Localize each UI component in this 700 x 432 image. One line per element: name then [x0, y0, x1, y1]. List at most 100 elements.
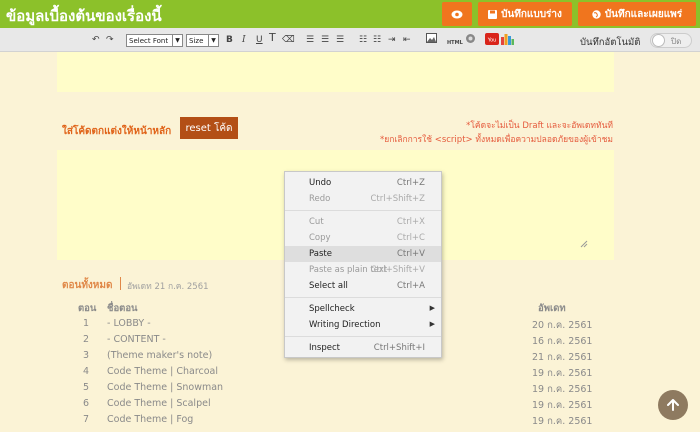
menu-item-shortcut: Ctrl+Z — [396, 178, 425, 188]
align-left-icon[interactable]: ☰ — [306, 34, 314, 46]
preview-button[interactable] — [442, 2, 472, 26]
save-publish-button[interactable]: บันทึกและเผยแพร่ — [578, 2, 696, 26]
episode-num: 4 — [83, 366, 90, 377]
youtube-icon[interactable]: You — [485, 33, 499, 49]
autosave-toggle[interactable]: ปิด — [650, 33, 692, 48]
link-icon[interactable] — [465, 33, 476, 48]
context-menu: Undo Ctrl+Z Redo Ctrl+Shift+Z Cut Ctrl+X… — [284, 171, 442, 358]
menu-item-shortcut: Ctrl+Shift+I — [373, 343, 425, 353]
episodes-title: ตอนทั้งหมด — [62, 280, 113, 291]
save-draft-label: บันทึกแบบร่าง — [501, 8, 562, 20]
episode-name[interactable]: - CONTENT - — [107, 334, 166, 345]
bold-button[interactable]: B — [226, 34, 233, 46]
menu-item-cut[interactable]: Cut Ctrl+X — [285, 214, 441, 230]
font-select-value: Select Font — [129, 36, 169, 45]
numbered-list-icon[interactable]: ☷ — [373, 34, 381, 46]
submenu-arrow-icon: ▶ — [429, 304, 435, 312]
column-header-date: อัพเดท — [538, 303, 566, 314]
menu-divider — [285, 297, 441, 298]
menu-item-shortcut: Ctrl+V — [396, 249, 425, 259]
episode-name[interactable]: Code Theme | Scalpel — [107, 398, 211, 409]
size-select[interactable]: Size ▼ — [186, 34, 219, 47]
image-icon[interactable] — [426, 33, 437, 47]
episode-name[interactable]: (Theme maker's note) — [107, 350, 212, 361]
submenu-arrow-icon: ▶ — [429, 320, 435, 328]
episode-num: 6 — [83, 398, 90, 409]
italic-button[interactable]: I — [242, 34, 246, 46]
episode-num: 7 — [83, 414, 90, 425]
outdent-icon[interactable]: ⇤ — [403, 34, 411, 46]
toggle-knob — [652, 34, 665, 47]
episode-date: 16 ก.ค. 2561 — [532, 336, 593, 347]
highlight-icon[interactable]: ⌫ — [282, 34, 295, 46]
menu-item-shortcut: Ctrl+X — [396, 217, 425, 227]
menu-item-label: Redo — [309, 194, 331, 204]
html-button[interactable]: HTML — [447, 37, 463, 49]
episode-date: 19 ก.ค. 2561 — [532, 384, 593, 395]
globe-icon — [592, 9, 601, 19]
menu-item-shortcut: Ctrl+Shift+Z — [370, 194, 425, 204]
menu-item-copy[interactable]: Copy Ctrl+C — [285, 230, 441, 246]
code-note-script: *ยกเลิกการใช้ <script> ทั้งหมดเพื่อความป… — [379, 135, 613, 145]
svg-text:You: You — [487, 38, 497, 44]
save-draft-button[interactable]: บันทึกแบบร่าง — [478, 2, 572, 26]
toggle-state: ปิด — [671, 37, 682, 46]
menu-divider — [285, 210, 441, 211]
episode-date: 20 ก.ค. 2561 — [532, 320, 593, 331]
align-right-icon[interactable]: ☰ — [336, 34, 344, 46]
menu-item-undo[interactable]: Undo Ctrl+Z — [285, 175, 441, 191]
code-section-label: ใส่โค้ดตกแต่งให้หน้าหลัก — [62, 126, 172, 137]
resize-handle-icon[interactable] — [580, 240, 588, 248]
font-select[interactable]: Select Font ▼ — [126, 34, 183, 47]
code-note-draft: *โค้ดจะไม่เป็น Draft และจะอัพเดททันที — [466, 121, 613, 131]
episode-num: 3 — [83, 350, 90, 361]
undo-icon[interactable]: ↶ — [92, 34, 100, 46]
page-title: ข้อมูลเบื้องต้นของเรื่องนี้ — [6, 7, 162, 25]
table-row[interactable]: 6 Code Theme | Scalpel 19 ก.ค. 2561 — [57, 397, 614, 413]
menu-item-writing-direction[interactable]: Writing Direction ▶ — [285, 317, 441, 333]
menu-item-shortcut: Ctrl+Shift+V — [370, 265, 425, 275]
chevron-down-icon: ▼ — [208, 35, 218, 46]
menu-item-select-all[interactable]: Select all Ctrl+A — [285, 278, 441, 294]
menu-divider — [285, 336, 441, 337]
indent-icon[interactable]: ⇥ — [388, 34, 396, 46]
episode-name[interactable]: Code Theme | Fog — [107, 414, 193, 425]
menu-item-spellcheck[interactable]: Spellcheck ▶ — [285, 301, 441, 317]
menu-item-shortcut: Ctrl+C — [396, 233, 425, 243]
episodes-updated: อัพเดท 21 ก.ค. 2561 — [127, 282, 209, 292]
table-row[interactable]: 7 Code Theme | Fog 19 ก.ค. 2561 — [57, 413, 614, 429]
menu-item-shortcut: Ctrl+A — [396, 281, 425, 291]
chart-icon[interactable] — [501, 33, 514, 49]
save-icon — [488, 9, 498, 19]
size-select-value: Size — [189, 36, 204, 45]
redo-icon[interactable]: ↷ — [106, 34, 114, 46]
autosave-label: บันทึกอัตโนมัติ — [580, 37, 641, 48]
scroll-top-button[interactable] — [658, 390, 688, 420]
text-color-icon[interactable]: T — [269, 32, 276, 44]
table-row[interactable]: 4 Code Theme | Charcoal 19 ก.ค. 2561 — [57, 365, 614, 381]
arrow-up-icon — [667, 399, 679, 411]
episode-name[interactable]: Code Theme | Charcoal — [107, 366, 218, 377]
menu-item-inspect[interactable]: Inspect Ctrl+Shift+I — [285, 340, 441, 356]
save-publish-label: บันทึกและเผยแพร่ — [604, 8, 683, 20]
episode-date: 19 ก.ค. 2561 — [532, 400, 593, 411]
episode-date: 21 ก.ค. 2561 — [532, 352, 593, 363]
column-header-num: ตอน — [78, 303, 97, 314]
content-editor[interactable] — [57, 52, 614, 92]
menu-item-label: Spellcheck — [309, 304, 355, 314]
underline-button[interactable]: U — [256, 34, 263, 46]
menu-item-redo[interactable]: Redo Ctrl+Shift+Z — [285, 191, 441, 207]
menu-item-label: Inspect — [309, 343, 340, 353]
reset-code-button[interactable]: reset โค้ด — [180, 117, 238, 139]
episodes-divider — [120, 277, 121, 290]
align-center-icon[interactable]: ☰ — [321, 34, 329, 46]
episode-name[interactable]: Code Theme | Snowman — [107, 382, 223, 393]
table-row[interactable]: 5 Code Theme | Snowman 19 ก.ค. 2561 — [57, 381, 614, 397]
episode-name[interactable]: - LOBBY - — [107, 318, 151, 329]
bullet-list-icon[interactable]: ☷ — [359, 34, 367, 46]
chevron-down-icon: ▼ — [172, 35, 182, 46]
menu-item-paste-plain[interactable]: Paste as plain text Ctrl+Shift+V — [285, 262, 441, 278]
menu-item-paste[interactable]: Paste Ctrl+V — [285, 246, 441, 262]
episode-num: 1 — [83, 318, 90, 329]
episode-date: 19 ก.ค. 2561 — [532, 416, 593, 427]
